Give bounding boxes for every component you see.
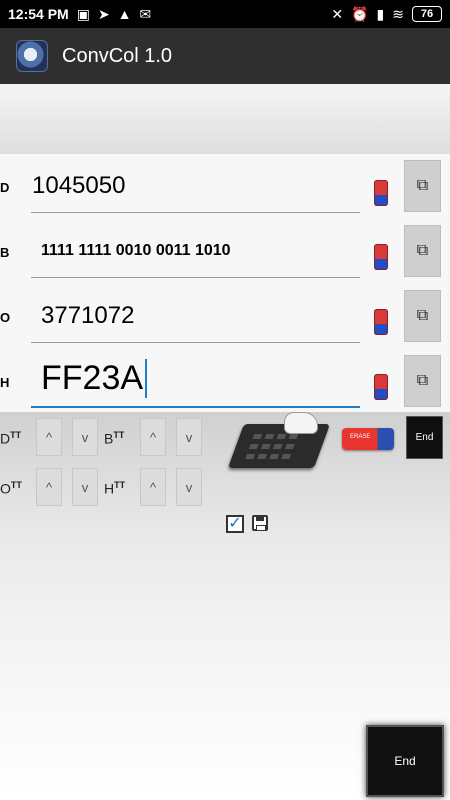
o-size-marker: TT [10,480,22,490]
status-bar: 12:54 PM ▣ ➤ ▲ ✉ ✕ ⏰ ▮ ≋ 76 [0,0,450,28]
b-size-letter: B [104,430,114,447]
h-size-down-button[interactable]: v [176,468,202,506]
decimal-label: D [0,180,10,195]
copy-decimal-button[interactable]: ⧉ [404,160,441,212]
top-spacer [0,84,450,154]
clear-decimal-button[interactable] [374,180,388,206]
hex-label: H [0,375,10,390]
chevron-up-icon: ^ [149,479,157,495]
octal-input[interactable]: 3771072 [41,302,369,330]
status-time: 12:54 PM [8,6,69,22]
chevron-up-icon: ^ [45,429,53,445]
chevron-up-icon: ^ [149,429,157,445]
b-size-marker: TT [113,430,125,440]
app-title: ConvCol 1.0 [62,44,173,67]
binary-label: B [0,245,10,260]
hand-icon [284,412,318,434]
b-size-label: BTT [104,430,124,447]
d-size-label: DTT [0,430,21,447]
navigation-icon: ➤ [97,5,110,22]
copy-octal-button[interactable]: ⧉ [404,290,441,342]
chevron-up-icon: ^ [45,479,53,495]
h-size-letter: H [104,480,115,497]
row-hexadecimal: H FF23A ⧉ [0,349,450,414]
hex-underline [31,406,360,408]
photo-icon: ▣ [76,5,90,22]
clear-binary-button[interactable] [374,244,388,270]
h-size-marker: TT [114,480,126,490]
binary-underline [31,277,360,278]
message-icon: ✉ [139,5,152,22]
save-icon[interactable] [252,515,268,531]
row-decimal: D 1045050 ⧉ [0,154,450,219]
battery-icon: 76 [412,6,442,22]
binary-input[interactable]: 1111 1111 0010 0011 1010 [41,242,369,260]
chevron-down-icon: v [185,479,193,495]
copy-icon: ⧉ [416,242,429,259]
alarm-icon: ⏰ [351,5,369,22]
d-size-letter: D [0,430,11,447]
o-size-up-button[interactable]: ^ [36,468,62,506]
vibration-mute-icon: ✕ [331,5,344,22]
end-big-label: End [394,754,416,768]
h-size-label: HTT [104,480,125,497]
b-size-up-button[interactable]: ^ [140,418,166,456]
clear-octal-button[interactable] [374,309,388,335]
signal-icon: ▮ [376,5,385,22]
status-icons-right: ✕ ⏰ ▮ ≋ 76 [331,6,442,23]
calculator-button[interactable] [227,412,331,472]
o-size-down-button[interactable]: v [72,468,98,506]
wifi-icon: ≋ [392,5,404,22]
eraser-text: ERASE [350,434,371,440]
copy-hex-button[interactable]: ⧉ [404,355,441,407]
h-size-up-button[interactable]: ^ [140,468,166,506]
chevron-down-icon: v [81,429,89,445]
status-icons-left: ▣ ➤ ▲ ✉ [77,6,152,23]
octal-label: O [0,310,11,325]
clear-hex-button[interactable] [374,374,388,400]
chevron-down-icon: v [81,479,89,495]
d-size-up-button[interactable]: ^ [36,418,62,456]
app-logo-icon [16,40,48,72]
auto-save-checkbox[interactable]: ✓ [226,515,244,533]
copy-icon: ⧉ [416,177,429,194]
end-key-big-button[interactable]: End [366,725,444,797]
battery-level: 76 [420,8,434,20]
row-binary: B 1111 1111 0010 0011 1010 ⧉ [0,219,450,284]
warning-icon: ▲ [117,6,132,22]
row-octal: O 3771072 ⧉ [0,284,450,349]
controls-panel: DTT ^ v BTT ^ v OTT ^ v HTT ^ v ERASE En… [0,412,450,800]
copy-icon: ⧉ [416,307,429,324]
o-size-letter: O [0,480,11,497]
chevron-down-icon: v [185,429,193,445]
b-size-down-button[interactable]: v [176,418,202,456]
hex-input[interactable]: FF23A [41,359,148,398]
clear-all-button[interactable]: ERASE [342,428,394,450]
end-small-label: End [415,432,434,443]
d-size-marker: TT [10,430,22,440]
copy-binary-button[interactable]: ⧉ [404,225,441,277]
checkmark-icon: ✓ [228,515,242,532]
d-size-down-button[interactable]: v [72,418,98,456]
decimal-input[interactable]: 1045050 [32,172,360,200]
octal-underline [31,342,360,343]
end-key-small-button[interactable]: End [406,416,443,459]
app-bar: ConvCol 1.0 [0,28,450,84]
o-size-label: OTT [0,480,22,497]
decimal-underline [31,212,360,213]
value-rows: D 1045050 ⧉ B 1111 1111 0010 0011 1010 ⧉… [0,154,450,412]
copy-icon: ⧉ [416,372,429,389]
